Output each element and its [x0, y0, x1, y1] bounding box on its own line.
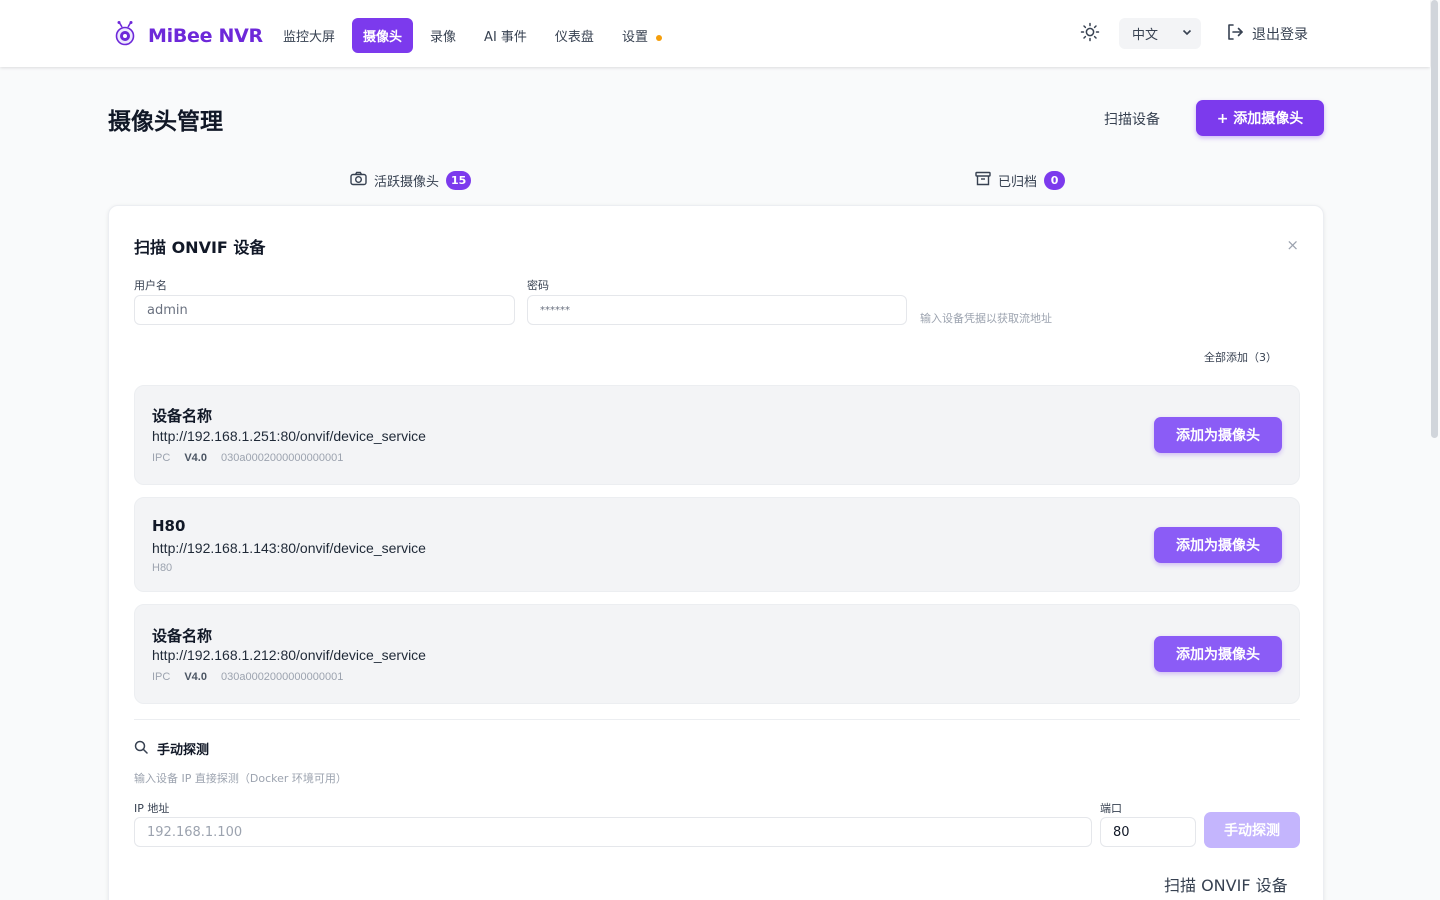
nav-item-settings[interactable]: 设置 [611, 18, 673, 53]
scan-panel-title: 扫描 ONVIF 设备 [134, 238, 266, 257]
nav-item-monitor-wall[interactable]: 监控大屏 [272, 18, 346, 53]
logout-label: 退出登录 [1252, 26, 1308, 43]
archive-icon [975, 171, 991, 190]
top-navbar: MiBee NVR 监控大屏 摄像头 录像 AI 事件 仪表盘 设置 中文 退出… [0, 0, 1430, 67]
tab-archived[interactable]: 已归档 0 [975, 171, 1066, 190]
device-type: IPC [152, 452, 171, 464]
active-count-badge: 15 [446, 171, 472, 190]
manual-probe-hint: 输入设备 IP 直接探测（Docker 环境可用） [134, 772, 347, 785]
credentials-hint: 输入设备凭据以获取流地址 [920, 312, 1052, 325]
manual-probe-button[interactable]: 手动探测 [1204, 812, 1300, 848]
port-label: 端口 [1100, 802, 1122, 815]
device-url: http://192.168.1.251:80/onvif/device_ser… [152, 428, 426, 444]
camera-icon [350, 171, 367, 190]
divider [134, 719, 1300, 720]
tab-active-cameras-label: 活跃摄像头 [374, 175, 440, 190]
page-scrollbar[interactable] [1431, 0, 1438, 438]
settings-notification-dot [655, 34, 662, 41]
device-version: V4.0 [184, 452, 207, 464]
nav-item-ai-events[interactable]: AI 事件 [473, 18, 538, 53]
username-label: 用户名 [134, 279, 167, 292]
nav-item-cameras[interactable]: 摄像头 [352, 18, 414, 53]
device-url: http://192.168.1.143:80/onvif/device_ser… [152, 540, 426, 556]
password-input[interactable]: ****** [527, 295, 907, 325]
device-type: IPC [152, 671, 171, 683]
main-nav: 监控大屏 摄像头 录像 AI 事件 仪表盘 设置 [272, 18, 679, 53]
onvif-scan-panel: 扫描 ONVIF 设备 × 用户名 admin 密码 ****** 输入设备凭据… [108, 205, 1324, 900]
chevron-down-icon [1182, 26, 1192, 41]
tab-archived-label: 已归档 [998, 175, 1038, 190]
device-name: H80 [152, 517, 186, 535]
ip-address-input[interactable]: 192.168.1.100 [134, 817, 1092, 847]
sun-icon [1080, 22, 1100, 46]
port-input[interactable]: 80 [1100, 817, 1196, 847]
add-camera-button[interactable]: + 添加摄像头 [1196, 100, 1324, 136]
theme-toggle-button[interactable] [1075, 19, 1105, 49]
device-serial: 030a0002000000000001 [220, 452, 344, 464]
device-meta: H80 [152, 562, 172, 574]
device-url: http://192.168.1.212:80/onvif/device_ser… [152, 647, 426, 663]
tab-active-cameras[interactable]: 活跃摄像头 15 [350, 171, 472, 190]
device-serial: 030a0002000000000001 [220, 671, 344, 683]
scan-devices-button[interactable]: 扫描设备 [1092, 104, 1172, 134]
add-as-camera-button[interactable]: 添加为摄像头 [1154, 527, 1282, 563]
nav-right: 中文 退出登录 [1075, 18, 1308, 49]
logout-button[interactable]: 退出登录 [1225, 22, 1308, 46]
device-card: 设备名称 http://192.168.1.212:80/onvif/devic… [134, 604, 1300, 704]
search-icon [134, 740, 148, 758]
add-as-camera-button[interactable]: 添加为摄像头 [1154, 636, 1282, 672]
device-card: H80 http://192.168.1.143:80/onvif/device… [134, 497, 1300, 592]
scan-onvif-button[interactable]: 扫描 ONVIF 设备 [1164, 872, 1288, 896]
logo[interactable]: MiBee NVR [114, 21, 263, 51]
logout-icon [1225, 22, 1245, 46]
language-value: 中文 [1132, 28, 1159, 43]
archived-count-badge: 0 [1044, 171, 1066, 190]
username-input[interactable]: admin [134, 295, 515, 325]
device-name: 设备名称 [152, 407, 213, 425]
close-panel-button[interactable]: × [1286, 236, 1299, 254]
page-title: 摄像头管理 [108, 109, 223, 135]
device-type: H80 [152, 562, 173, 574]
nav-item-recordings[interactable]: 录像 [419, 18, 467, 53]
manual-probe-title-text: 手动探测 [157, 743, 210, 758]
device-name: 设备名称 [152, 627, 213, 645]
add-all-button[interactable]: 全部添加（3） [1204, 349, 1277, 365]
device-card: 设备名称 http://192.168.1.251:80/onvif/devic… [134, 385, 1300, 485]
nav-item-dashboard[interactable]: 仪表盘 [544, 18, 605, 53]
manual-probe-title: 手动探测 [134, 739, 209, 758]
device-meta: IPC V4.0 030a0002000000000001 [152, 671, 343, 683]
device-meta: IPC V4.0 030a0002000000000001 [152, 452, 343, 464]
password-label: 密码 [527, 279, 549, 292]
device-version: V4.0 [184, 671, 207, 683]
add-as-camera-button[interactable]: 添加为摄像头 [1154, 417, 1282, 453]
bee-logo-icon [114, 21, 136, 51]
nav-item-settings-label: 设置 [621, 30, 648, 45]
logo-text: MiBee NVR [148, 25, 263, 47]
ip-address-label: IP 地址 [134, 802, 170, 815]
language-select[interactable]: 中文 [1119, 18, 1201, 49]
